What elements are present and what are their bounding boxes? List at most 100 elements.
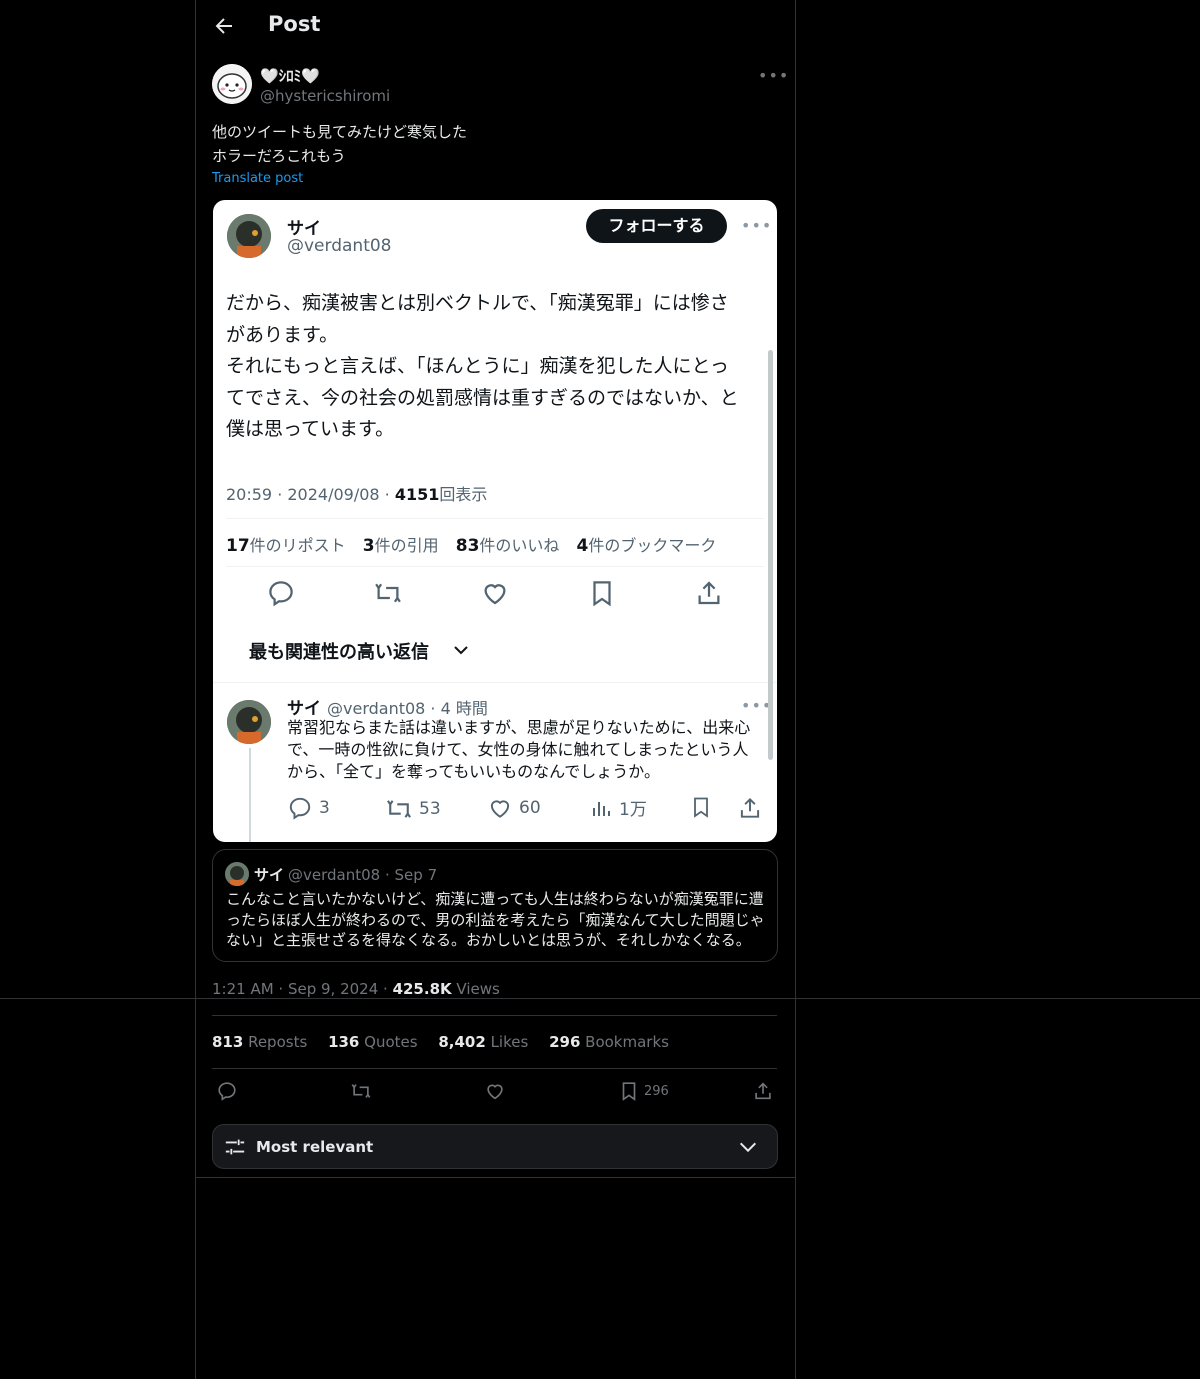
post-text: 他のツイートも見てみたけど寒気した ホラーだろこれもう	[212, 120, 772, 168]
reposts-stat[interactable]: 813 Reposts	[212, 1033, 307, 1051]
timestamp-text[interactable]: 1:21 AM · Sep 9, 2024 ·	[212, 980, 393, 998]
divider	[195, 1177, 795, 1178]
screenshot-views-count: 4151	[394, 485, 440, 504]
thread-line	[249, 748, 251, 842]
reply-name: サイ	[287, 699, 321, 719]
quoted-handle: @verdant08	[288, 866, 381, 884]
screenshot-body-line: てでさえ、今の社会の処罰感情は重すぎるのではないか、と	[226, 386, 739, 409]
views-label: Views	[451, 980, 500, 998]
avatar	[225, 862, 249, 886]
post-stats: 813 Reposts 136 Quotes 8,402 Likes 296 B…	[212, 1033, 685, 1051]
views-count: 425.8K	[392, 980, 452, 998]
view-count: 1万	[619, 800, 647, 820]
post-timestamp: 1:21 AM · Sep 9, 2024 · 425.8K Views	[212, 980, 500, 998]
stat-num: 3	[362, 536, 375, 556]
screenshot-body-line: だから、痴漢被害とは別ベクトルで、「痴漢冤罪」には惨さ	[226, 292, 729, 314]
quoted-post[interactable]: サイ @verdant08 · Sep 7 こんなこと言いたかないけど、痴漢に遭っ…	[212, 849, 778, 962]
quoted-line: ない」と主張せざるを得なくなる。おかしいとは思うが、それしかなくなる。	[226, 931, 751, 949]
chevron-down-icon	[737, 1136, 759, 1158]
translate-link[interactable]: Translate post	[212, 171, 303, 186]
reply-count: 3	[319, 798, 330, 818]
quoted-name: サイ	[254, 866, 285, 884]
back-arrow-icon[interactable]	[212, 14, 236, 38]
avatar[interactable]	[212, 64, 252, 104]
stat-label: 件の引用	[374, 536, 439, 555]
divider	[212, 1015, 777, 1016]
bookmark-icon[interactable]	[618, 1080, 640, 1102]
share-icon	[737, 795, 763, 821]
sort-replies-dropdown[interactable]: Most relevant	[212, 1124, 778, 1169]
screenshot-body: だから、痴漢被害とは別ベクトルで、「痴漢冤罪」には惨さ があります。 それにもっ…	[226, 288, 746, 446]
more-icon[interactable]: •••	[758, 66, 789, 85]
bookmark-icon	[689, 795, 713, 819]
divider	[226, 518, 764, 519]
stat-num: 83	[455, 536, 480, 556]
divider	[212, 1068, 777, 1069]
page-title: Post	[268, 12, 321, 36]
like-icon	[490, 800, 510, 818]
screenshot-time: 20:59 · 2024/09/08 ·	[226, 485, 395, 504]
reply-line: で、一時の性欲に負けて、女性の身体に触れてしまったという人	[287, 740, 749, 759]
like-icon	[480, 578, 510, 608]
avatar	[227, 214, 271, 258]
like-count: 60	[519, 798, 541, 818]
repost-icon	[373, 578, 403, 608]
repost-icon	[387, 800, 411, 818]
reply-icon	[266, 578, 296, 608]
author-name[interactable]: 🤍ｼﾛﾐ🤍	[260, 65, 320, 86]
sliders-icon	[224, 1136, 246, 1158]
reply-header: サイ @verdant08 · 4 時間	[287, 694, 488, 719]
more-icon: •••	[741, 216, 773, 235]
stat-num: 4	[576, 536, 589, 556]
bookmark-icon	[587, 578, 617, 608]
quotes-stat[interactable]: 136 Quotes	[328, 1033, 418, 1051]
like-icon[interactable]	[484, 1080, 506, 1102]
author-handle[interactable]: @hystericshiromi	[260, 87, 390, 105]
sort-label: Most relevant	[256, 1138, 374, 1156]
quoted-line: こんなこと言いたかないけど、痴漢に遭っても人生は終わらないが痴漢冤罪に遭	[226, 890, 764, 908]
screenshot-body-line: それにもっと言えば、「ほんとうに」痴漢を犯した人にとっ	[226, 355, 729, 377]
divider	[213, 682, 777, 683]
sort-label: 最も関連性の高い返信	[249, 642, 429, 663]
screenshot-author-handle: @verdant08	[287, 236, 392, 256]
screenshot-body-line: があります。	[226, 323, 339, 346]
quoted-header: サイ @verdant08 · Sep 7	[254, 864, 437, 885]
reply-reply-count: 3	[287, 795, 330, 821]
stat-label: Likes	[485, 1033, 529, 1051]
reply-handle-time: @verdant08 · 4 時間	[327, 699, 488, 718]
share-icon[interactable]	[752, 1080, 774, 1102]
likes-stat[interactable]: 8,402 Likes	[438, 1033, 528, 1051]
reply-line: 常習犯ならまた話は違いますが、思慮が足りないために、出来心	[287, 718, 751, 737]
views-icon	[593, 801, 610, 816]
stat-num: 136	[328, 1033, 360, 1051]
post-image[interactable]: サイ @verdant08 フォローする ••• だから、痴漢被害とは別ベクトル…	[213, 200, 777, 842]
reply-icon[interactable]	[216, 1080, 238, 1102]
scrollbar	[768, 350, 773, 760]
stat-num: 296	[549, 1033, 581, 1051]
stat-label: 件のブックマーク	[588, 536, 717, 555]
quoted-body: こんなこと言いたかないけど、痴漢に遭っても人生は終わらないが痴漢冤罪に遭 ったら…	[226, 889, 771, 951]
reply-icon	[289, 797, 311, 820]
screenshot-views-label: 回表示	[439, 485, 488, 504]
stat-label: Bookmarks	[580, 1033, 669, 1051]
stat-num: 8,402	[438, 1033, 486, 1051]
stat-num: 813	[212, 1033, 244, 1051]
screenshot-meta: 20:59 · 2024/09/08 · 4151回表示	[226, 481, 487, 505]
bookmarks-stat[interactable]: 296 Bookmarks	[549, 1033, 669, 1051]
post-text-line: 他のツイートも見てみたけど寒気した	[212, 123, 468, 141]
quoted-date: · Sep 7	[385, 866, 438, 884]
stat-num: 17	[226, 536, 250, 556]
repost-count: 53	[419, 799, 441, 819]
quoted-line: ったらほぼ人生が終わるので、男の利益を考えたら「痴漢なんて大した問題じゃ	[226, 910, 765, 929]
share-icon	[694, 578, 724, 608]
post-text-line: ホラーだろこれもう	[212, 147, 346, 165]
repost-icon[interactable]	[350, 1080, 372, 1102]
stat-label: 件のいいね	[479, 536, 560, 555]
divider	[0, 998, 1200, 999]
reply-view-count: 1万	[589, 795, 647, 820]
chevron-down-icon	[451, 640, 471, 660]
avatar	[227, 700, 271, 744]
stat-label: 件のリポスト	[249, 536, 346, 555]
reply-body: 常習犯ならまた話は違いますが、思慮が足りないために、出来心 で、一時の性欲に負け…	[287, 717, 767, 783]
bookmark-count: 296	[644, 1084, 669, 1099]
